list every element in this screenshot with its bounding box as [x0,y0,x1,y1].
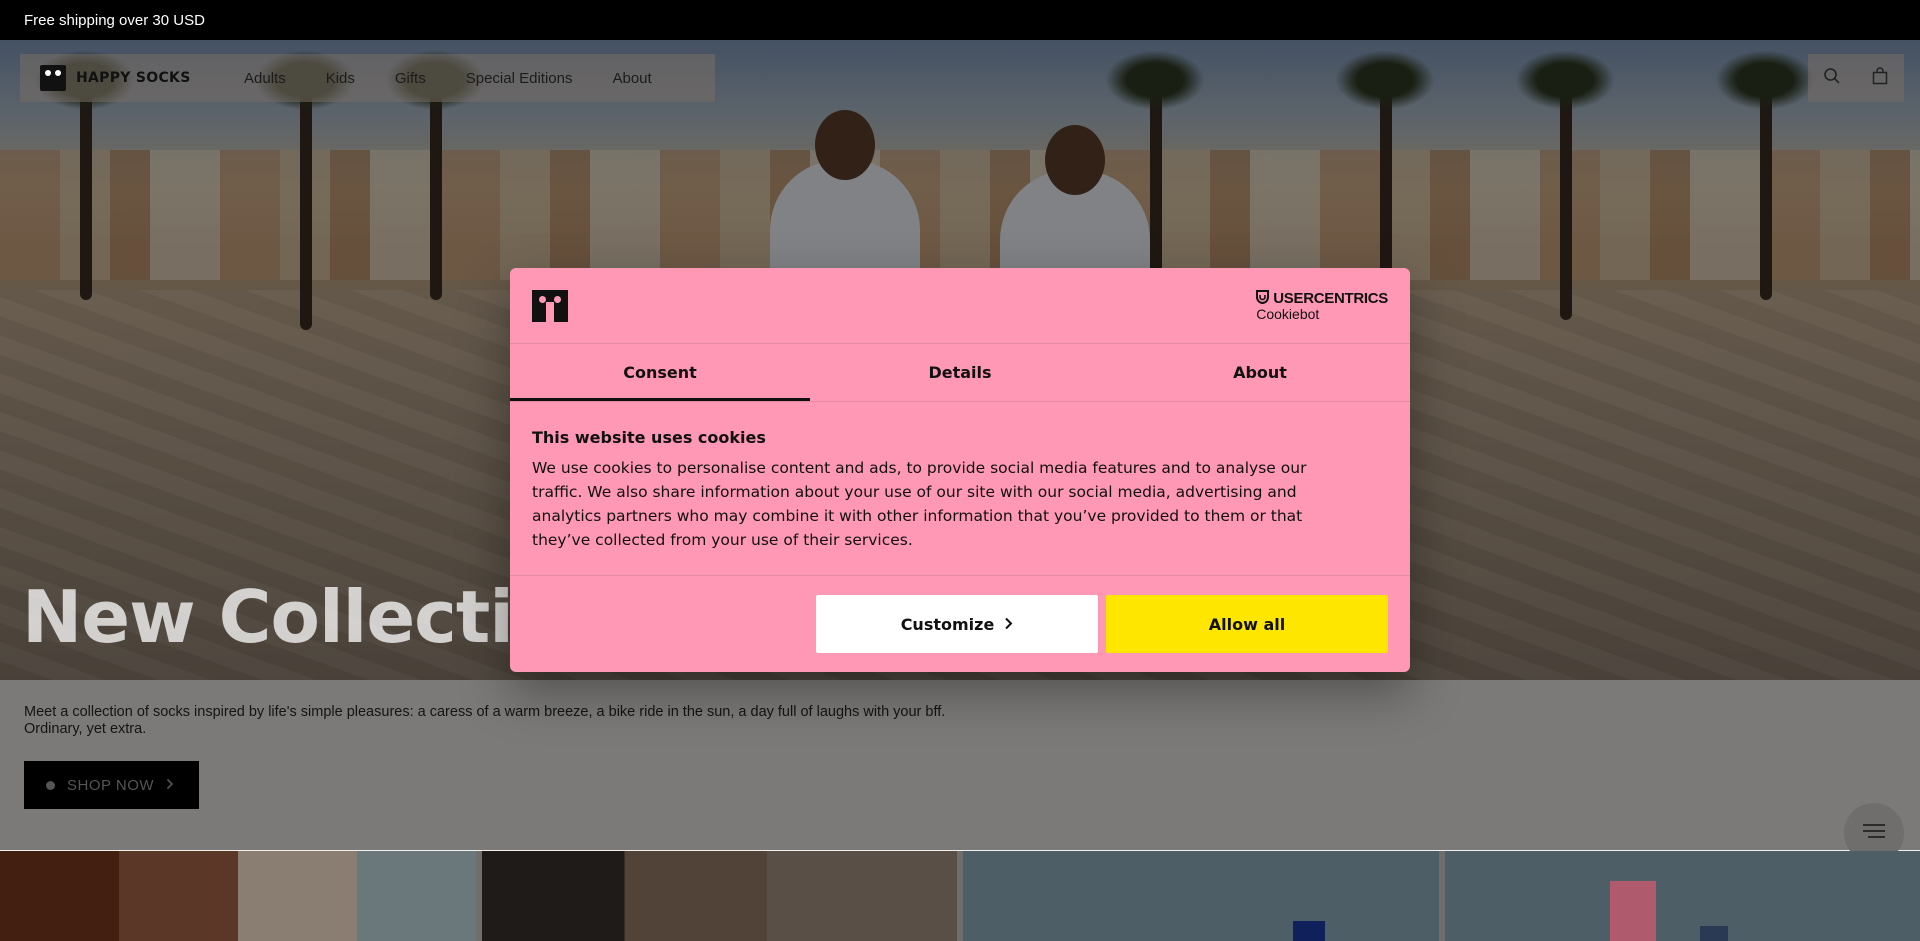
dialog-tabs: Consent Details About [510,344,1410,402]
announcement-bar: Free shipping over 30 USD [0,0,1920,40]
announcement-text: Free shipping over 30 USD [24,11,205,29]
sock-image [1293,921,1325,941]
dialog-header: USERCENTRICS Cookiebot [510,268,1410,344]
nav-item-about[interactable]: About [612,70,651,87]
brand-bottom-text: Cookiebot [1256,305,1320,322]
bullet-icon [46,780,55,790]
dialog-description: We use cookies to personalise content an… [532,459,1307,549]
shop-now-button[interactable]: SHOP NOW [24,761,199,809]
site-logo[interactable]: HAPPY SOCKS [20,65,220,91]
happy-socks-logo-icon [532,289,568,322]
product-tile[interactable] [481,851,957,941]
allow-all-label: Allow all [1208,614,1286,634]
product-tile[interactable] [963,851,1439,941]
sock-image [1609,881,1656,941]
chevron-right-icon [166,777,174,794]
main-nav: HAPPY SOCKS Adults Kids Gifts Special Ed… [20,54,715,102]
nav-item-kids[interactable]: Kids [326,70,355,87]
customize-label: Customize [900,614,995,634]
chevron-right-icon [1004,615,1013,634]
search-icon[interactable] [1823,67,1841,89]
nav-item-special-editions[interactable]: Special Editions [466,70,573,87]
cookie-consent-dialog: USERCENTRICS Cookiebot Consent Details A… [510,268,1410,672]
sock-image [1699,926,1728,941]
dialog-actions: Customize Allow all [510,576,1410,672]
allow-all-button[interactable]: Allow all [1106,595,1388,653]
nav-item-adults[interactable]: Adults [244,70,286,87]
nav-item-gifts[interactable]: Gifts [395,70,426,87]
bag-icon[interactable] [1871,67,1889,89]
dialog-heading: This website uses cookies [532,428,766,447]
usercentrics-cookiebot-logo[interactable]: USERCENTRICS Cookiebot [1256,289,1388,322]
shop-now-label: SHOP NOW [67,776,155,794]
tab-consent[interactable]: Consent [510,344,810,401]
shield-icon [1256,289,1270,307]
tab-details[interactable]: Details [810,344,1110,401]
logo-text: HAPPY SOCKS [76,70,191,86]
overlay-dim [0,851,476,941]
product-tile[interactable] [1444,851,1920,941]
menu-lines-icon [1862,823,1886,843]
collection-description: Meet a collection of socks inspired by l… [24,704,946,737]
happy-socks-logo-icon [40,65,66,91]
header-tools [1808,54,1904,102]
customize-button[interactable]: Customize [816,595,1098,653]
brand-top-text: USERCENTRICS [1273,289,1388,307]
product-tile[interactable] [0,851,476,941]
tab-about[interactable]: About [1110,344,1410,401]
product-tiles [0,851,1920,941]
collection-intro: Meet a collection of socks inspired by l… [0,680,1920,850]
dialog-body: This website uses cookies We use cookies… [510,402,1410,576]
overlay-dim [481,851,957,941]
